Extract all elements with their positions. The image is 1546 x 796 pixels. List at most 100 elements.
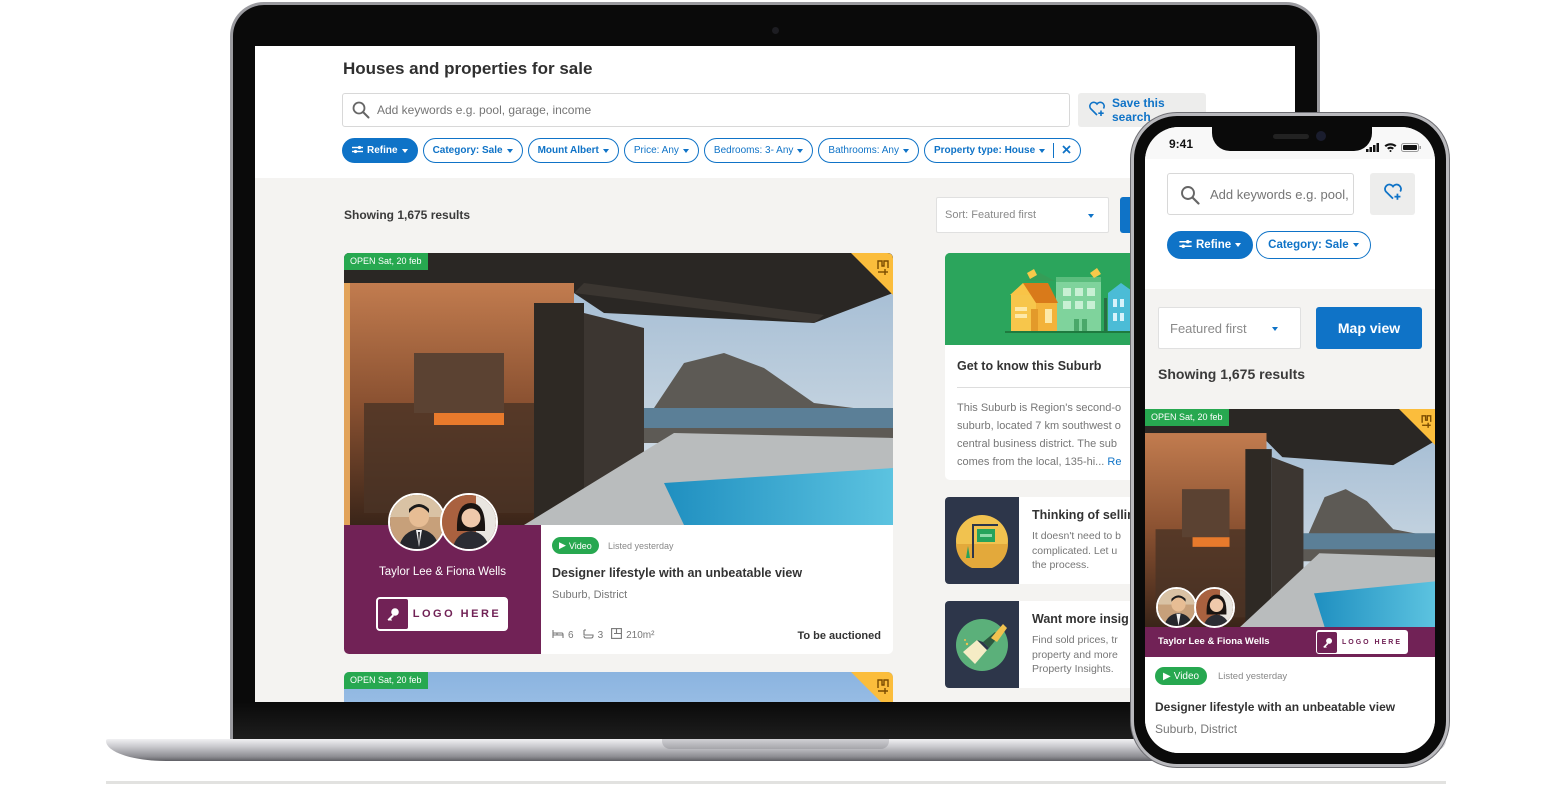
open-home-badge: OPEN Sat, 20 feb <box>344 253 428 270</box>
filter-price[interactable]: Price: Any <box>623 138 699 163</box>
chevron-down-icon <box>1272 327 1278 331</box>
promo-line: Property Insights. <box>1032 663 1114 675</box>
divider <box>1053 143 1055 158</box>
chevron-down-icon <box>602 148 609 153</box>
listing-card[interactable]: OPEN Sat, 20 feb <box>344 672 893 702</box>
suburb-line: comes from the local, 135-hi... Re <box>957 453 1145 471</box>
promo-line: It doesn't need to b <box>1032 530 1121 542</box>
listing-location: Suburb, District <box>1155 722 1238 736</box>
filter-category[interactable]: Category: Sale <box>422 138 523 163</box>
listing-features: 6 3 210m² <box>552 628 654 642</box>
agency-logo-text: LOGO HERE <box>412 608 502 620</box>
agent-names: Taylor Lee & Fiona Wells <box>1158 636 1270 647</box>
floor-line <box>106 781 1446 784</box>
refine-button[interactable]: Refine <box>342 138 418 163</box>
map-view-button[interactable]: Map view <box>1316 307 1422 349</box>
agent-panel: Taylor Lee & Fiona Wells LOGO HERE <box>1145 627 1435 657</box>
listing-card[interactable]: OPEN Sat, 20 feb Taylor Lee & Fiona Well… <box>344 253 893 654</box>
filter-bedrooms[interactable]: Bedrooms: 3- Any <box>703 138 814 163</box>
video-badge[interactable]: ▶ Video <box>1155 667 1208 685</box>
chevron-down-icon <box>1235 243 1242 247</box>
open-home-badge: OPEN Sat, 20 feb <box>1145 409 1229 426</box>
promo-title: Thinking of sellin <box>1032 508 1135 522</box>
suburb-card-title: Get to know this Suburb <box>957 359 1102 373</box>
divider <box>957 387 1145 388</box>
filter-bathrooms[interactable]: Bathrooms: Any <box>818 138 919 163</box>
chevron-down-icon <box>1039 148 1046 153</box>
phone-camera <box>1316 131 1326 141</box>
promo-card-selling[interactable]: Thinking of sellin It doesn't need to b … <box>945 497 1145 584</box>
filter-bar: Refine Category: Sale <box>1167 231 1371 259</box>
chevron-down-icon <box>401 148 408 153</box>
agency-logo-text: LOGO HERE <box>1341 638 1402 646</box>
listing-title[interactable]: Designer lifestyle with an unbeatable vi… <box>1155 700 1395 714</box>
video-label: Video <box>568 540 592 551</box>
search-icon <box>1180 185 1200 210</box>
clear-filters-icon[interactable] <box>1062 144 1071 157</box>
page-title: Houses and properties for sale <box>343 59 593 78</box>
avatar-taylor <box>1156 587 1197 628</box>
listing-title[interactable]: Designer lifestyle with an unbeatable vi… <box>552 566 802 580</box>
sale-method: To be auctioned <box>797 630 881 642</box>
sort-select[interactable]: Featured first <box>1158 307 1301 349</box>
refine-button[interactable]: Refine <box>1167 231 1254 259</box>
heart-plus-icon <box>1383 183 1403 206</box>
chevron-down-icon <box>903 148 909 153</box>
play-icon: ▶ <box>559 540 566 550</box>
filter-price-label: Price: Any <box>633 145 679 156</box>
suburb-illustration <box>945 253 1145 345</box>
read-more-link[interactable]: Re <box>1107 456 1121 468</box>
promo-card-insights[interactable]: Want more insig Find sold prices, tr pro… <box>945 601 1145 688</box>
video-badge[interactable]: ▶ Video <box>552 537 599 554</box>
mobile-page: 9:41 Refine Category: Sale <box>1145 127 1435 753</box>
listing-card[interactable]: OPEN Sat, 20 feb Taylor Lee & Fiona Well… <box>1145 409 1435 753</box>
bath-icon <box>582 628 594 642</box>
listed-date: Listed yesterday <box>608 541 674 551</box>
sort-select[interactable]: Sort: Featured first <box>936 197 1109 233</box>
suburb-line: suburb, located 7 km southwest o <box>957 420 1121 432</box>
key-icon <box>1317 631 1337 653</box>
promo-line: property and more <box>1032 648 1118 661</box>
filter-property-type[interactable]: Property type: House <box>924 138 1082 163</box>
search-field[interactable] <box>1167 173 1354 215</box>
chevron-down-icon <box>797 148 804 153</box>
filter-location[interactable]: Mount Albert <box>527 138 619 163</box>
search-field[interactable] <box>342 93 1070 127</box>
filter-location-label: Mount Albert <box>537 145 599 156</box>
suburb-info-card[interactable]: Get to know this Suburb This Suburb is R… <box>945 253 1145 480</box>
agent-names: Taylor Lee & Fiona Wells <box>379 566 506 578</box>
avatar-fiona <box>1194 587 1235 628</box>
promo-body: It doesn't need to b complicated. Let u … <box>1032 529 1121 573</box>
bathroom-count: 3 <box>597 629 604 641</box>
floor-area: 210m² <box>626 629 655 641</box>
listing-photo[interactable]: OPEN Sat, 20 feb <box>344 253 893 525</box>
battery-icon <box>1401 139 1421 157</box>
promo-body: Find sold prices, tr property and more P… <box>1032 633 1118 677</box>
listed-date: Listed yesterday <box>1218 671 1288 682</box>
status-icons <box>1366 139 1421 157</box>
mobile-search-header: Refine Category: Sale <box>1145 159 1435 289</box>
agency-logo[interactable]: LOGO HERE <box>1316 630 1408 654</box>
bedroom-count: 6 <box>568 629 574 641</box>
search-input[interactable] <box>377 94 1057 126</box>
chevron-down-icon <box>1088 214 1094 218</box>
agent-avatars <box>1156 587 1235 628</box>
filter-property-type-label: Property type: House <box>934 145 1036 156</box>
bed-icon <box>552 629 564 642</box>
save-search-button[interactable] <box>1370 173 1415 215</box>
filter-bar: Refine Category: Sale Mount Albert Price… <box>342 138 1082 163</box>
watchlist-button[interactable] <box>851 253 893 295</box>
watchlist-button[interactable] <box>851 672 893 702</box>
filter-category[interactable]: Category: Sale <box>1256 231 1371 259</box>
flashlight-icon <box>945 601 1019 688</box>
search-input[interactable] <box>1210 174 1350 214</box>
watchlist-button[interactable] <box>1399 409 1435 445</box>
device-mockup: Houses and properties for sale Save this… <box>0 0 1546 796</box>
avatar-fiona <box>440 493 498 551</box>
phone-speaker <box>1273 134 1309 139</box>
open-home-badge: OPEN Sat, 20 feb <box>344 672 428 689</box>
video-label: Video <box>1173 670 1200 682</box>
for-sale-sign-icon <box>945 497 1019 584</box>
play-icon: ▶ <box>1163 670 1171 682</box>
agency-logo[interactable]: LOGO HERE <box>376 597 508 631</box>
